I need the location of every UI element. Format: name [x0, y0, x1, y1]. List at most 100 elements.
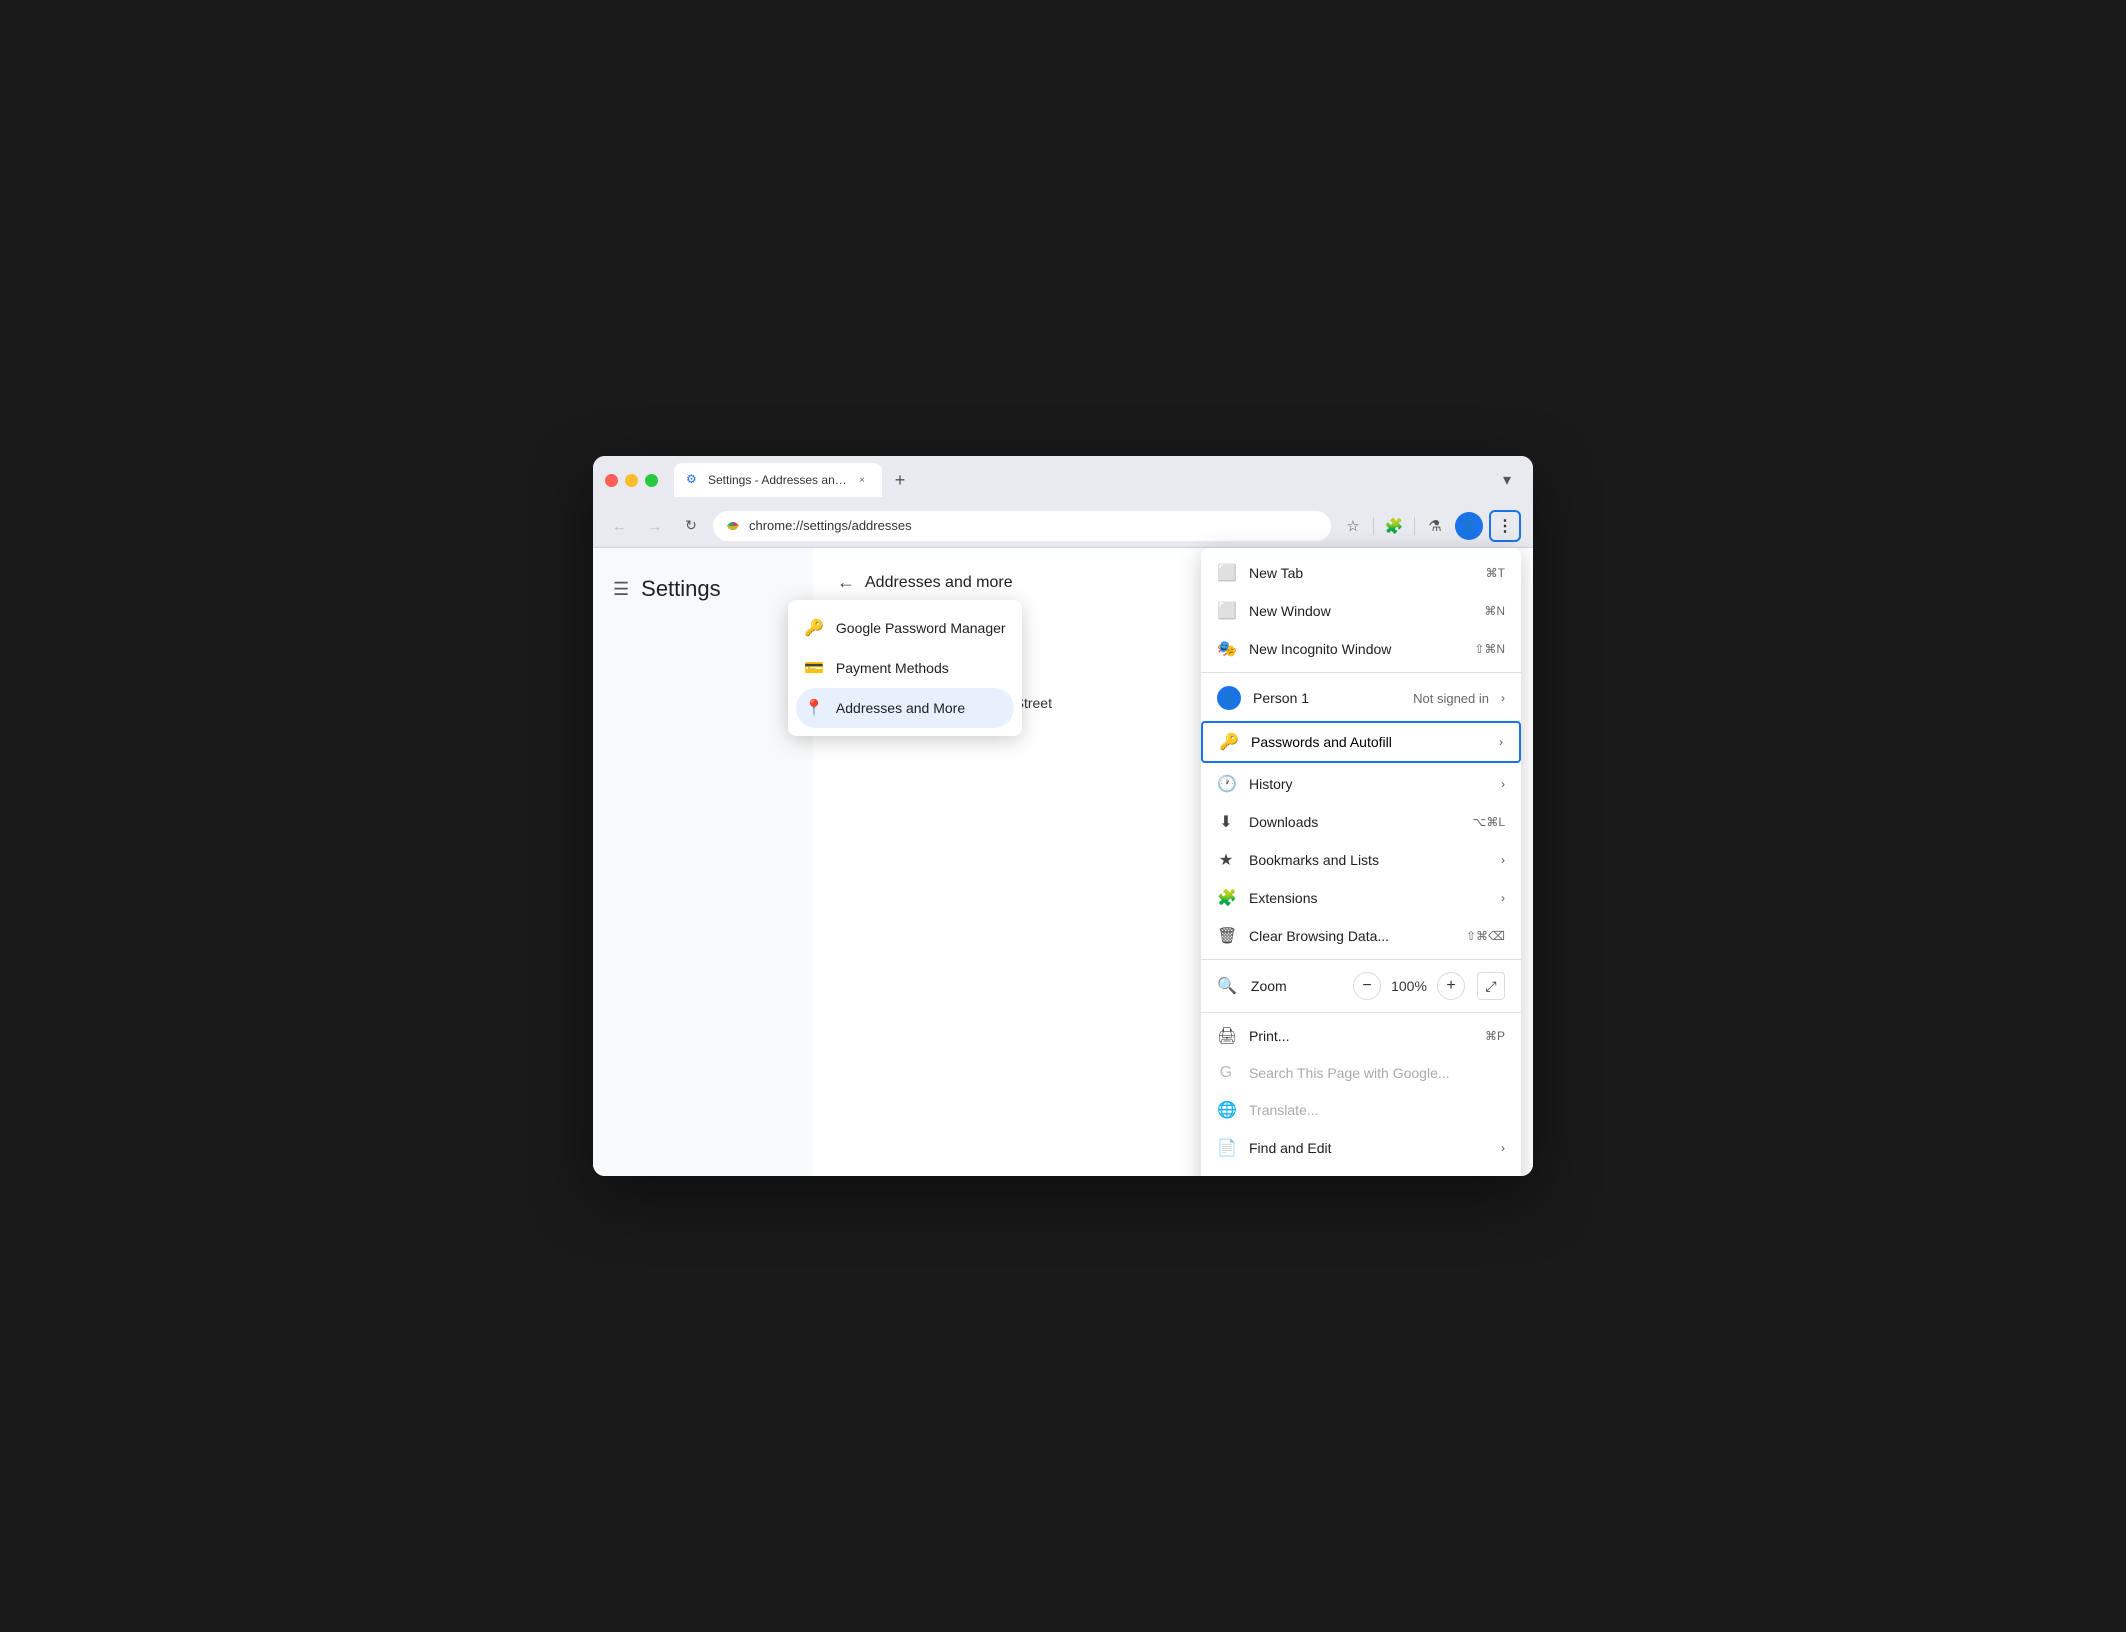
history-icon: 🕐 — [1217, 774, 1235, 794]
menu-label-translate: Translate... — [1249, 1102, 1505, 1118]
settings-title: Settings — [641, 576, 721, 602]
print-icon: 🖨 — [1217, 1026, 1235, 1046]
title-bar: ⚙ Settings - Addresses and mo × + ▾ — [593, 456, 1533, 504]
tab-favicon-icon: ⚙ — [686, 472, 702, 488]
clear-browsing-icon: 🗑 — [1217, 926, 1235, 946]
credit-card-icon: 💳 — [804, 658, 824, 678]
new-tab-icon: ⬜ — [1217, 563, 1235, 583]
menu-item-passwords-autofill[interactable]: 🔑 Passwords and Autofill › — [1201, 721, 1521, 763]
fullscreen-button[interactable]: ⤢ — [1477, 972, 1505, 1000]
chrome-menu-dropdown: ⬜ New Tab ⌘T ⬜ New Window ⌘N 🎭 New Incog… — [1201, 548, 1521, 1176]
submenu-item-payment-methods[interactable]: 💳 Payment Methods — [788, 648, 1022, 688]
menu-item-downloads[interactable]: ⬇ Downloads ⌥⌘L — [1201, 803, 1521, 841]
menu-item-find-edit[interactable]: 📄 Find and Edit › — [1201, 1129, 1521, 1167]
menu-item-save-share[interactable]: 📱 Save, Share, and Cast › — [1201, 1167, 1521, 1176]
menu-item-bookmarks[interactable]: ★ Bookmarks and Lists › — [1201, 841, 1521, 879]
nav-bar: ← → ↻ chrome://settings/addresses ☆ 🧩 ⚗ … — [593, 504, 1533, 548]
bookmarks-icon: ★ — [1217, 850, 1235, 870]
menu-label-find-edit: Find and Edit — [1249, 1140, 1487, 1156]
find-edit-chevron-icon: › — [1501, 1141, 1505, 1155]
breadcrumb-title: Addresses and more — [865, 574, 1013, 592]
extensions-icon[interactable]: 🧩 — [1380, 512, 1408, 540]
submenu-label-password-manager: Google Password Manager — [836, 620, 1006, 636]
incognito-icon: 🎭 — [1217, 639, 1235, 659]
active-tab[interactable]: ⚙ Settings - Addresses and mo × — [674, 463, 882, 497]
person-chevron-icon: › — [1501, 691, 1505, 705]
settings-sidebar: ☰ Settings — [593, 548, 813, 1176]
zoom-label: Zoom — [1251, 978, 1345, 994]
tab-close-button[interactable]: × — [854, 472, 870, 488]
menu-item-extensions[interactable]: 🧩 Extensions › — [1201, 879, 1521, 917]
address-bar[interactable]: chrome://settings/addresses — [713, 511, 1331, 541]
menu-label-search-page: Search This Page with Google... — [1249, 1065, 1505, 1081]
nav-divider-1 — [1373, 517, 1374, 535]
chrome-logo-icon — [725, 518, 741, 534]
submenu-item-addresses-more[interactable]: 📍 Addresses and More — [796, 688, 1014, 728]
menu-divider-3 — [1201, 1012, 1521, 1013]
menu-item-new-tab[interactable]: ⬜ New Tab ⌘T — [1201, 554, 1521, 592]
menu-label-downloads: Downloads — [1249, 814, 1458, 830]
address-url: chrome://settings/addresses — [749, 518, 1319, 533]
menu-label-incognito: New Incognito Window — [1249, 641, 1460, 657]
downloads-icon: ⬇ — [1217, 812, 1235, 832]
tab-bar: ⚙ Settings - Addresses and mo × + ▾ — [674, 463, 1521, 497]
person-status: Not signed in — [1413, 691, 1489, 706]
autofill-submenu: 🔑 Google Password Manager 💳 Payment Meth… — [788, 600, 1022, 736]
extensions-chevron-icon: › — [1501, 891, 1505, 905]
profile-button[interactable]: 👤 — [1455, 512, 1483, 540]
menu-label-print: Print... — [1249, 1028, 1471, 1044]
location-pin-icon: 📍 — [804, 698, 824, 718]
labs-icon[interactable]: ⚗ — [1421, 512, 1449, 540]
menu-item-incognito[interactable]: 🎭 New Incognito Window ⇧⌘N — [1201, 630, 1521, 668]
menu-label-bookmarks: Bookmarks and Lists — [1249, 852, 1487, 868]
menu-shortcut-new-window: ⌘N — [1484, 604, 1505, 618]
menu-item-translate: 🌐 Translate... — [1201, 1091, 1521, 1129]
new-tab-button[interactable]: + — [886, 466, 914, 494]
menu-label-new-window: New Window — [1249, 603, 1470, 619]
menu-label-extensions: Extensions — [1249, 890, 1487, 906]
tab-dropdown-button[interactable]: ▾ — [1493, 466, 1521, 494]
extensions-menu-icon: 🧩 — [1217, 888, 1235, 908]
menu-label-clear-browsing: Clear Browsing Data... — [1249, 928, 1452, 944]
menu-item-print[interactable]: 🖨 Print... ⌘P — [1201, 1017, 1521, 1055]
menu-label-history: History — [1249, 776, 1487, 792]
minimize-traffic-light[interactable] — [625, 474, 638, 487]
find-edit-icon: 📄 — [1217, 1138, 1235, 1158]
menu-divider-2 — [1201, 959, 1521, 960]
passwords-chevron-icon: › — [1499, 735, 1503, 749]
menu-shortcut-downloads: ⌥⌘L — [1472, 815, 1505, 829]
submenu-item-password-manager[interactable]: 🔑 Google Password Manager — [788, 608, 1022, 648]
back-button[interactable]: ← — [605, 512, 633, 540]
bookmarks-chevron-icon: › — [1501, 853, 1505, 867]
submenu-label-addresses-more: Addresses and More — [836, 700, 965, 716]
passwords-icon: 🔑 — [1219, 732, 1237, 752]
back-arrow-icon[interactable]: ← — [837, 572, 855, 593]
menu-label-new-tab: New Tab — [1249, 565, 1472, 581]
person-name: Person 1 — [1253, 690, 1401, 706]
menu-shortcut-clear-browsing: ⇧⌘⌫ — [1466, 929, 1505, 943]
zoom-in-button[interactable]: + — [1437, 972, 1465, 1000]
zoom-icon: 🔍 — [1217, 976, 1237, 996]
hamburger-icon[interactable]: ☰ — [613, 579, 629, 600]
menu-item-history[interactable]: 🕐 History › — [1201, 765, 1521, 803]
nav-divider-2 — [1414, 517, 1415, 535]
chrome-menu-button[interactable]: ⋮ — [1489, 510, 1521, 542]
menu-divider-1 — [1201, 672, 1521, 673]
close-traffic-light[interactable] — [605, 474, 618, 487]
person-avatar: 👤 — [1217, 686, 1241, 710]
menu-label-passwords-autofill: Passwords and Autofill — [1251, 734, 1485, 750]
menu-item-new-window[interactable]: ⬜ New Window ⌘N — [1201, 592, 1521, 630]
zoom-out-button[interactable]: − — [1353, 972, 1381, 1000]
menu-item-person[interactable]: 👤 Person 1 Not signed in › — [1201, 677, 1521, 719]
menu-item-clear-browsing[interactable]: 🗑 Clear Browsing Data... ⇧⌘⌫ — [1201, 917, 1521, 955]
menu-zoom-row: 🔍 Zoom − 100% + ⤢ — [1201, 964, 1521, 1008]
key-icon: 🔑 — [804, 618, 824, 638]
maximize-traffic-light[interactable] — [645, 474, 658, 487]
bookmark-icon[interactable]: ☆ — [1339, 512, 1367, 540]
forward-button[interactable]: → — [641, 512, 669, 540]
reload-button[interactable]: ↻ — [677, 512, 705, 540]
zoom-controls: − 100% + ⤢ — [1353, 972, 1505, 1000]
google-g-icon: G — [1217, 1064, 1235, 1082]
zoom-value: 100% — [1389, 978, 1429, 994]
traffic-lights — [605, 474, 658, 487]
